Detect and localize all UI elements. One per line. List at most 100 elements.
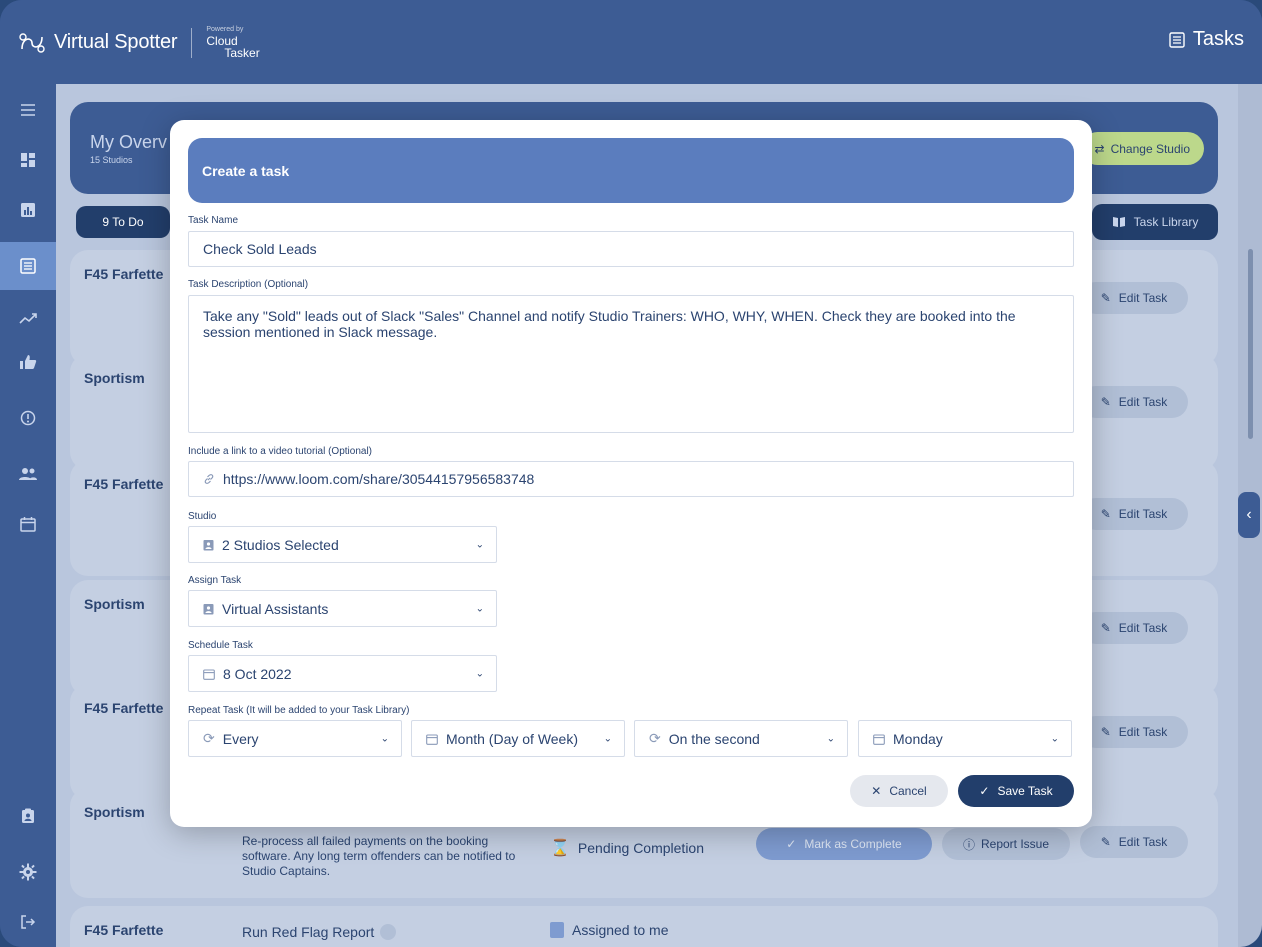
- sidebar-item-reports[interactable]: [0, 190, 56, 230]
- alert-circle-icon: ⓘ: [962, 837, 975, 852]
- video-link-input[interactable]: https://www.loom.com/share/3054415795658…: [188, 461, 1074, 497]
- row-studio-name: F45 Farfette: [84, 700, 164, 716]
- modal-title: Create a task: [202, 162, 290, 179]
- calendar-icon: [873, 733, 885, 745]
- tab-todo[interactable]: 9 To Do: [76, 206, 170, 238]
- brand-logo[interactable]: Virtual Spotter Powered by Cloud Tasker: [18, 26, 260, 59]
- schedule-task-select[interactable]: 8 Oct 2022 ⌄: [188, 655, 497, 692]
- row-status: Assigned to me: [550, 922, 669, 938]
- brand-name: Virtual Spotter: [54, 31, 178, 53]
- sidebar-item-logout[interactable]: [0, 902, 56, 942]
- sidebar-item-trends[interactable]: [0, 298, 56, 338]
- row-status-text: Pending Completion: [577, 840, 705, 856]
- studio-select[interactable]: 2 Studios Selected ⌄: [188, 526, 497, 563]
- powered-by-text: Powered by: [206, 26, 244, 33]
- cancel-label: Cancel: [889, 784, 927, 798]
- clipboard-user-icon: [203, 603, 214, 615]
- trend-icon: [19, 313, 37, 324]
- clipboard-user-icon: [22, 808, 34, 823]
- create-task-modal: Create a task Task Name Check Sold Leads…: [170, 120, 1092, 827]
- schedule-task-label: Schedule Task: [188, 640, 253, 651]
- link-icon: [203, 473, 215, 485]
- pencil-icon: ✎: [1100, 395, 1111, 409]
- task-library-button[interactable]: Task Library: [1092, 204, 1218, 240]
- calendar-icon: [426, 733, 438, 745]
- book-icon: [1112, 217, 1125, 227]
- edit-task-label: Edit Task: [1118, 835, 1168, 849]
- row-task-title-text: Run Red Flag Report: [242, 924, 375, 940]
- powered-by: Powered by Cloud Tasker: [206, 26, 259, 59]
- edit-task-button[interactable]: ✎ Edit Task: [1080, 282, 1188, 314]
- edit-task-button[interactable]: ✎ Edit Task: [1080, 612, 1188, 644]
- sidebar-item-calendar[interactable]: [0, 504, 56, 544]
- task-name-label: Task Name: [188, 215, 239, 226]
- sidebar-item-dashboard[interactable]: [0, 140, 56, 180]
- top-bar: Virtual Spotter Powered by Cloud Tasker …: [0, 0, 1262, 84]
- row-studio-name: F45 Farfette: [84, 922, 164, 938]
- scrollbar-thumb[interactable]: [1248, 249, 1253, 439]
- assign-task-value: Virtual Assistants: [222, 600, 329, 617]
- people-icon: [19, 468, 37, 480]
- thumbs-up-icon: [20, 355, 37, 369]
- pencil-icon: ✎: [1100, 621, 1111, 635]
- task-name-value: Check Sold Leads: [203, 241, 317, 257]
- logout-icon: [21, 915, 36, 929]
- repeat-unit-select[interactable]: Month (Day of Week) ⌄: [411, 720, 625, 757]
- chevron-left-icon: ‹: [1246, 506, 1252, 523]
- sidebar-item-settings[interactable]: [0, 852, 56, 892]
- repeat-every-value: Every: [222, 730, 259, 747]
- assign-task-select[interactable]: Virtual Assistants ⌄: [188, 590, 497, 627]
- task-description-label: Task Description (Optional): [188, 279, 309, 290]
- report-issue-button[interactable]: ⓘ Report Issue: [942, 828, 1070, 860]
- assign-task-label: Assign Task: [188, 575, 242, 586]
- repeat-task-label: Repeat Task (It will be added to your Ta…: [188, 705, 410, 716]
- logo-mark-icon: [19, 32, 45, 53]
- sidebar: [0, 84, 56, 947]
- chevron-down-icon: ⌄: [603, 733, 612, 744]
- mark-complete-button[interactable]: ✓ Mark as Complete: [756, 828, 932, 860]
- edit-task-button[interactable]: ✎ Edit Task: [1080, 386, 1188, 418]
- sidebar-item-team[interactable]: [0, 454, 56, 494]
- cancel-button[interactable]: ✕ Cancel: [850, 775, 948, 807]
- pencil-icon: ✎: [1100, 291, 1111, 305]
- task-library-label: Task Library: [1133, 215, 1199, 229]
- repeat-every-select[interactable]: ⟳ Every ⌄: [188, 720, 402, 757]
- edit-task-button[interactable]: ✎ Edit Task: [1080, 826, 1188, 858]
- chevron-down-icon: ⌄: [475, 539, 484, 550]
- repeat-day-value: Monday: [893, 730, 943, 747]
- clipboard-user-icon: [203, 539, 214, 551]
- sidebar-item-feedback[interactable]: [0, 342, 56, 382]
- edit-task-button[interactable]: ✎ Edit Task: [1080, 716, 1188, 748]
- check-icon: ✓: [979, 784, 990, 798]
- schedule-task-value: 8 Oct 2022: [223, 665, 292, 682]
- chevron-down-icon: ⌄: [380, 733, 389, 744]
- sidebar-item-profile[interactable]: [0, 796, 56, 836]
- chevron-down-icon: ⌄: [475, 668, 484, 679]
- sidebar-menu-toggle[interactable]: [0, 90, 56, 130]
- repeat-ordinal-select[interactable]: ⟳ On the second ⌄: [634, 720, 848, 757]
- repeat-day-select[interactable]: Monday ⌄: [858, 720, 1072, 757]
- task-name-input[interactable]: Check Sold Leads: [188, 231, 1074, 267]
- repeat-ordinal-value: On the second: [668, 730, 760, 747]
- edit-task-label: Edit Task: [1118, 291, 1168, 305]
- close-icon: ✕: [871, 784, 882, 798]
- change-studio-button[interactable]: ⇄ Change Studio: [1080, 132, 1204, 165]
- side-panel-toggle[interactable]: ‹: [1238, 492, 1260, 538]
- sidebar-item-issues[interactable]: [0, 398, 56, 438]
- row-task-title: Run Red Flag Report: [242, 924, 397, 940]
- edit-task-label: Edit Task: [1118, 395, 1168, 409]
- row-studio-name: Sportism: [84, 370, 145, 386]
- brand-separator: [191, 27, 193, 58]
- sidebar-item-tasks[interactable]: [0, 242, 56, 290]
- calendar-icon: [203, 668, 215, 680]
- studio-label: Studio: [188, 511, 217, 522]
- overview-title: My Overv: [90, 132, 168, 152]
- row-status: ⌛ Pending Completion: [550, 838, 704, 858]
- hourglass-icon: ⌛: [550, 840, 570, 857]
- row-studio-name: F45 Farfette: [84, 476, 164, 492]
- alert-circle-icon: [20, 410, 36, 426]
- task-description-textarea[interactable]: Take any "Sold" leads out of Slack "Sale…: [188, 295, 1074, 433]
- edit-task-button[interactable]: ✎ Edit Task: [1080, 498, 1188, 530]
- save-task-label: Save Task: [997, 784, 1053, 798]
- save-task-button[interactable]: ✓ Save Task: [958, 775, 1074, 807]
